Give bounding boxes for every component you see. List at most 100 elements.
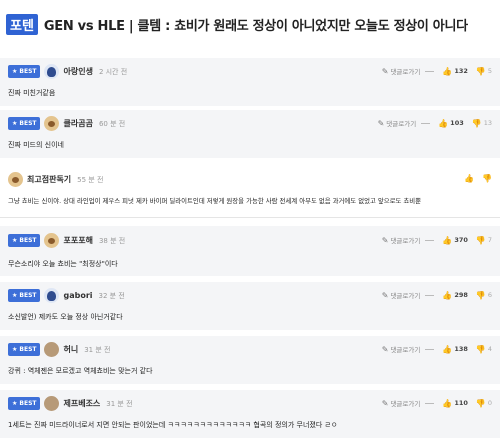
reply-link[interactable]: ✎ 댓글로가기 [381,398,435,409]
thumbs-down-icon: 👎 [482,174,492,183]
reply-link[interactable]: ✎ 댓글로가기 [381,290,435,301]
pencil-icon: ✎ [381,66,389,76]
thumbs-up-icon: 👍 [442,344,453,354]
best-label: BEST [19,68,37,75]
comment-actions: ✎ 댓글로가기 👍 110 👎 0 [381,398,492,409]
comment-text: 무슨소리야 오늘 쵸비는 "최정상"이다 [8,260,118,268]
thumbs-down-icon: 👎 [471,118,482,128]
comment-text: 1세트는 진짜 미드라이너로서 지면 안되는 판이었는데 ㅋㅋㅋㅋㅋㅋㅋㅋㅋㅋㅋ… [8,421,338,429]
nickname[interactable]: 제프베조스 [63,398,100,409]
timestamp: 38 분 전 [98,236,126,245]
best-label: BEST [19,237,37,244]
best-label: BEST [19,400,37,407]
reply-label: 댓글로가기 [390,237,421,245]
category-tag[interactable]: 포텐 [6,13,38,35]
star-icon: ★ [12,68,18,75]
upvote-button[interactable]: 👍 370 [442,236,468,245]
nickname[interactable]: 아랑인생 [63,66,92,77]
comment-item: ★ BEST 클라곰곰 60 분 전 ✎ 댓글로가기 👍 103 👎 13 진짜 미드의… [0,110,500,158]
downvote-button[interactable]: 👎 13 [472,119,492,128]
upvote-button[interactable]: 👍 298 [442,291,468,300]
comment-actions: ✎ 댓글로가기 👍 138 👎 4 [381,344,492,355]
post-title: GEN vs HLE | 클템 : 쵸비가 원래도 정상이 아니었지만 오늘도 … [43,18,468,34]
upvote-button[interactable]: 👍 103 [438,119,464,128]
upvote-button[interactable]: 👍 138 [442,345,468,354]
nickname[interactable]: 포포포해 [63,235,92,246]
ball-avatar[interactable] [44,342,60,357]
reply-link[interactable]: ✎ 댓글로가기 [381,66,435,77]
comment-item: 최고점판독기 55 분 전 👍 👎 그냥 쵸비는 신이야. 상대 라인업이 제우… [0,166,500,216]
thumbs-down-icon: 👎 [475,398,486,408]
dog-avatar[interactable] [44,233,60,248]
downvote-button[interactable]: 👎 7 [476,236,492,245]
pencil-icon: ✎ [381,398,389,408]
upvote-count: 138 [454,345,468,353]
comment-actions: ✎ 댓글로가기 👍 370 👎 7 [381,235,492,246]
timestamp: 2 시간 전 [98,67,128,76]
pencil-icon: ✎ [377,118,385,128]
best-badge: ★ BEST [8,117,41,130]
reply-link[interactable]: ✎ 댓글로가기 [377,118,431,129]
nickname[interactable]: 허니 [63,344,78,355]
downvote-button[interactable]: 👎 [482,174,492,183]
timestamp: 60 분 전 [98,119,126,128]
upvote-button[interactable]: 👍 110 [442,399,468,408]
upvote-button[interactable]: 👍 [464,174,474,183]
comment-actions: ✎ 댓글로가기 👍 103 👎 13 [377,118,492,129]
nickname[interactable]: gabori [63,291,92,300]
comment-text: 진짜 미친거같음 [8,89,56,97]
pencil-icon: ✎ [381,290,389,300]
downvote-count: 4 [487,345,492,353]
comment-item: ★ BEST 포포포해 38 분 전 ✎ 댓글로가기 👍 370 👎 7 무슨소리야 오… [0,226,500,276]
downvote-button[interactable]: 👎 4 [476,345,492,354]
reply-label: 댓글로가기 [390,68,421,76]
star-icon: ★ [12,237,18,244]
pencil-icon: ✎ [381,344,389,354]
upvote-button[interactable]: 👍 132 [442,67,468,76]
comment-actions: ✎ 댓글로가기 👍 298 👎 6 [381,290,492,301]
upvote-count: 298 [454,291,468,299]
penguin-avatar[interactable] [44,64,60,79]
downvote-button[interactable]: 👎 5 [476,67,492,76]
thumbs-up-icon: 👍 [442,290,453,300]
downvote-button[interactable]: 👎 0 [476,399,492,408]
timestamp: 31 분 전 [84,345,111,354]
nickname[interactable]: 클라곰곰 [63,118,92,129]
downvote-count: 6 [487,291,492,299]
nickname[interactable]: 최고점판독기 [27,174,71,185]
star-icon: ★ [12,346,18,353]
reply-label: 댓글로가기 [390,400,421,408]
best-badge: ★ BEST [8,65,41,78]
reply-label: 댓글로가기 [390,292,421,300]
star-icon: ★ [12,400,18,407]
thumbs-down-icon: 👎 [475,344,486,354]
thumbs-up-icon: 👍 [442,66,453,76]
downvote-count: 13 [483,119,492,127]
comment-text: 소신발언) 제카도 오늘 정상 아닌거같다 [8,313,123,321]
dog-avatar[interactable] [44,116,60,131]
comment-actions: 👍 👎 [464,174,492,183]
downvote-count: 5 [487,67,492,75]
ball-avatar[interactable] [44,396,60,411]
thumbs-down-icon: 👎 [475,66,486,76]
dog-avatar[interactable] [8,172,23,187]
best-badge: ★ BEST [8,289,41,302]
best-badge: ★ BEST [8,234,41,247]
upvote-count: 132 [454,67,468,75]
upvote-count: 110 [454,399,468,407]
reply-link[interactable]: ✎ 댓글로가기 [381,235,435,246]
best-label: BEST [19,120,37,127]
thumbs-up-icon: 👍 [442,398,453,408]
downvote-button[interactable]: 👎 6 [476,291,492,300]
timestamp: 55 분 전 [77,175,104,184]
timestamp: 31 분 전 [106,399,133,408]
reply-label: 댓글로가기 [386,120,417,128]
reply-link[interactable]: ✎ 댓글로가기 [381,344,435,355]
penguin-avatar[interactable] [44,288,60,303]
comment-text: 그냥 쵸비는 신이야. 상대 라인업이 제우스 피넛 제카 바이퍼 딜라이트인데… [8,197,422,205]
thumbs-up-icon: 👍 [442,235,453,245]
pencil-icon: ✎ [381,235,389,245]
comment-item: ★ BEST gabori 32 분 전 ✎ 댓글로가기 👍 298 👎 6 소신발언)… [0,282,500,330]
divider [0,217,500,218]
comment-text: 강퀴 : 역체젠은 모르겠고 역체쵸비는 맞는거 같다 [8,367,153,375]
